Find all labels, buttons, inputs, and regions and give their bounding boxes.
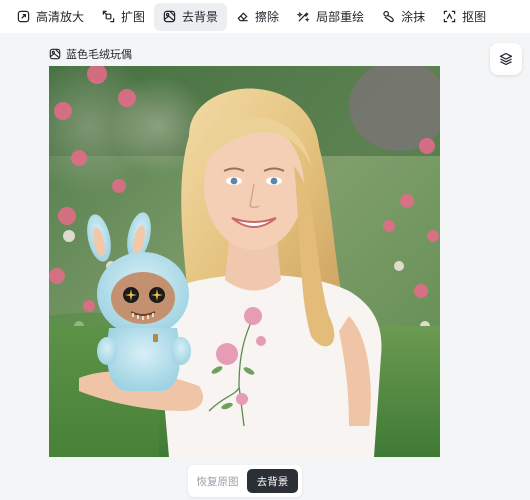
photo-woman-with-plush-toy (49, 66, 440, 457)
tool-cutout-label: 抠图 (462, 9, 487, 24)
tool-smudge[interactable]: 涂抹 (373, 3, 434, 31)
canvas-title-text: 蓝色毛绒玩偶 (66, 48, 132, 61)
eraser-icon (237, 12, 248, 22)
remove-background-result-button[interactable]: 去背景 (247, 469, 298, 493)
tool-bar: 高清放大 扩图 去背景 擦除 局部重绘 涂抹 抠图 (0, 0, 530, 33)
expand-icon (102, 10, 115, 23)
compare-toggle: 恢复原图 去背景 (188, 465, 302, 497)
tool-inpaint[interactable]: 局部重绘 (288, 3, 373, 31)
layers-button[interactable] (490, 43, 522, 75)
remove-background-icon (49, 48, 61, 60)
tool-cutout[interactable]: 抠图 (434, 3, 495, 31)
tool-upscale-label: 高清放大 (36, 9, 85, 24)
tool-remove-background-label: 去背景 (182, 9, 219, 24)
tool-remove-background[interactable]: 去背景 (154, 2, 228, 31)
layers-icon (499, 52, 513, 66)
tool-expand-label: 扩图 (121, 9, 146, 24)
tool-expand[interactable]: 扩图 (93, 3, 154, 31)
remove-background-icon (163, 10, 176, 23)
cutout-icon (443, 10, 456, 23)
restore-original-button[interactable]: 恢复原图 (192, 469, 243, 493)
upscale-icon (17, 10, 30, 23)
canvas-title: 蓝色毛绒玩偶 (49, 46, 132, 62)
tool-inpaint-label: 局部重绘 (316, 9, 365, 24)
tool-upscale[interactable]: 高清放大 (8, 3, 93, 31)
edited-image (49, 66, 440, 457)
inpaint-icon (297, 11, 310, 23)
tool-erase[interactable]: 擦除 (227, 3, 288, 31)
tool-smudge-label: 涂抹 (401, 9, 426, 24)
smudge-icon (383, 10, 394, 23)
tool-erase-label: 擦除 (255, 9, 280, 24)
